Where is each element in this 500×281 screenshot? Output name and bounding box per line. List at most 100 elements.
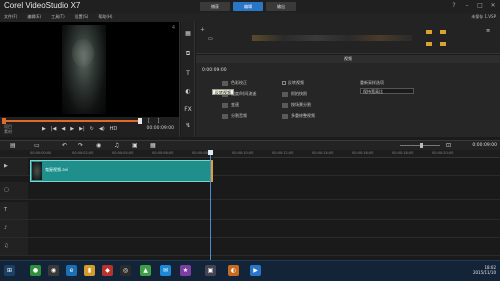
option-color-correction[interactable]: 色彩校正 — [222, 80, 247, 86]
ruler-tick: 00:00:02:00 — [72, 151, 94, 155]
track-lane-voice[interactable] — [28, 220, 500, 238]
app-icon-7[interactable]: ▲ — [140, 265, 151, 276]
track-header-overlay[interactable]: ▢ — [0, 182, 28, 200]
clip-name: 鬼屋视频.avi — [45, 167, 69, 172]
menu-settings[interactable]: 设置(S) — [75, 14, 89, 20]
app-icon-6[interactable]: ◎ — [120, 265, 131, 276]
app-window: Corel VideoStudio X7 捕获 编辑 输出 ? – □ ✕ 文件… — [0, 0, 500, 281]
track-header-title[interactable]: T — [0, 202, 28, 220]
app-icon-4[interactable]: ▮ — [84, 265, 95, 276]
music-track-icon: ♫ — [4, 243, 9, 249]
trim-end-handle[interactable] — [138, 118, 142, 124]
start-icon[interactable]: ⊞ — [4, 265, 15, 276]
maximize-icon[interactable]: □ — [476, 2, 484, 10]
mode-clip[interactable]: 素材 — [4, 129, 12, 134]
ruler-tick: 00:00:14:00 — [312, 151, 334, 155]
videostudio-taskbar-icon[interactable]: ▶ — [250, 265, 261, 276]
option-multi-trim[interactable]: 多重修整视频 — [282, 113, 315, 119]
preview-window[interactable]: 4 — [0, 22, 180, 117]
project-file-name: 未保存 1.VSP — [471, 14, 496, 19]
next-frame-icon[interactable]: ▶ — [70, 126, 74, 132]
options-tab-video[interactable]: 视频 — [196, 55, 500, 63]
play-icon[interactable]: ▶ — [42, 126, 46, 132]
list-view-icon[interactable]: ≡ — [486, 28, 490, 34]
media-icon[interactable]: ▦ — [184, 30, 192, 38]
fit-project-icon[interactable]: ⊡ — [446, 142, 451, 149]
tab-capture[interactable]: 捕获 — [200, 2, 230, 11]
add-icon[interactable]: ＋ — [200, 26, 205, 33]
title-bar: Corel VideoStudio X7 捕获 编辑 输出 ? – □ ✕ — [0, 0, 500, 13]
thumb-icon-4[interactable] — [440, 42, 446, 46]
resample-select[interactable]: 保持宽高比 — [360, 88, 414, 94]
zoom-slider[interactable] — [400, 143, 440, 148]
menu-edit[interactable]: 编辑(E) — [27, 14, 41, 20]
thumb-icon-2[interactable] — [440, 30, 446, 34]
track-lane-title[interactable] — [28, 202, 500, 220]
minimize-icon[interactable]: – — [463, 2, 471, 10]
track-header-music[interactable]: ♫ — [0, 238, 28, 256]
clock-date: 2015/11/10 — [472, 270, 496, 275]
app-icon-1[interactable]: ● — [30, 265, 41, 276]
volume-icon[interactable]: ◀) — [99, 126, 105, 132]
menu-tools[interactable]: 工具(T) — [51, 14, 65, 20]
folder-icon[interactable]: ▭ — [208, 36, 213, 42]
ruler-tick: 00:00:18:00 — [392, 151, 414, 155]
help-icon[interactable]: ? — [450, 2, 458, 10]
redo-icon[interactable]: ↷ — [78, 142, 83, 149]
checkbox-reverse-video[interactable]: 反转视频 — [282, 80, 304, 86]
app-icon-9[interactable]: ★ — [180, 265, 191, 276]
home-icon[interactable]: |◀ — [51, 126, 57, 132]
filter-icon[interactable]: FX — [184, 106, 192, 114]
mixer-icon[interactable]: ♫ — [114, 142, 119, 149]
app-icon-2[interactable]: ◉ — [48, 265, 59, 276]
clip-duration[interactable]: 0:00:09:00 — [202, 68, 227, 73]
menu-file[interactable]: 文件(F) — [4, 14, 17, 20]
undo-icon[interactable]: ↶ — [62, 142, 67, 149]
hd-icon[interactable]: HD — [110, 126, 118, 132]
title-icon[interactable]: T — [184, 70, 192, 78]
storyboard-view-icon[interactable]: ▤ — [10, 142, 16, 149]
option-variable-speed[interactable]: 变速 — [222, 102, 239, 108]
track-header-voice[interactable]: ♪ — [0, 220, 28, 238]
tab-edit[interactable]: 编辑 — [233, 2, 263, 11]
system-clock[interactable]: 18:02 2015/11/10 — [473, 265, 496, 275]
track-lane-overlay[interactable] — [28, 182, 500, 200]
timeline-ruler[interactable]: 00:00:00:00 00:00:02:00 00:00:04:00 00:0… — [0, 150, 500, 158]
track-lane-music[interactable] — [28, 238, 500, 256]
ruler-tick: 00:00:00:00 — [30, 151, 52, 155]
repeat-icon[interactable]: ↻ — [90, 126, 94, 132]
timeline-view-icon[interactable]: ▭ — [34, 142, 40, 149]
menu-help[interactable]: 帮助(H) — [98, 14, 112, 20]
timeline-timecode[interactable]: 0:00:09:00 — [472, 143, 497, 148]
app-icon-8[interactable]: ✉ — [160, 265, 171, 276]
library-thumbnails[interactable] — [252, 35, 412, 41]
auto-music-icon[interactable]: ▣ — [132, 142, 138, 149]
option-split-audio[interactable]: 分割音频 — [222, 113, 247, 119]
prev-frame-icon[interactable]: ◀ — [61, 126, 65, 132]
option-split-by-scene[interactable]: 按场景分割 — [282, 102, 311, 108]
end-icon[interactable]: ▶| — [79, 126, 85, 132]
scrubber[interactable] — [2, 118, 142, 124]
mark-in-out-icon[interactable]: [ ] — [148, 118, 163, 124]
thumb-icon-3[interactable] — [426, 42, 432, 46]
timeline-toolbar: ▤ ▭ ↶ ↷ ◉ ♫ ▣ ▦ ⊡ 0:00:09:00 — [0, 140, 500, 150]
ruler-tick: 00:00:12:00 — [272, 151, 294, 155]
motion-icon[interactable]: ▦ — [150, 142, 156, 149]
app-icon-5[interactable]: ◆ — [102, 265, 113, 276]
playhead[interactable] — [208, 150, 213, 260]
graphics-icon[interactable]: ◐ — [184, 88, 192, 96]
option-snapshot[interactable]: 抓拍快照 — [282, 91, 307, 97]
transition-icon[interactable]: ⧉ — [184, 50, 192, 58]
close-icon[interactable]: ✕ — [489, 2, 497, 10]
tab-share[interactable]: 输出 — [266, 2, 296, 11]
app-icon-3[interactable]: e — [66, 265, 77, 276]
app-icon-10[interactable]: ▣ — [205, 265, 216, 276]
preview-timecode[interactable]: 00:00:09:00 — [147, 126, 174, 131]
timeline-clip[interactable]: 鬼屋视频.avi — [30, 160, 213, 182]
path-icon[interactable]: ↯ — [184, 122, 192, 130]
thumb-icon-1[interactable] — [426, 30, 432, 34]
ruler-tick: 00:00:06:00 — [152, 151, 174, 155]
record-icon[interactable]: ◉ — [96, 142, 101, 149]
track-header-video[interactable]: ▶ — [0, 158, 28, 176]
app-icon-11[interactable]: ◐ — [228, 265, 239, 276]
